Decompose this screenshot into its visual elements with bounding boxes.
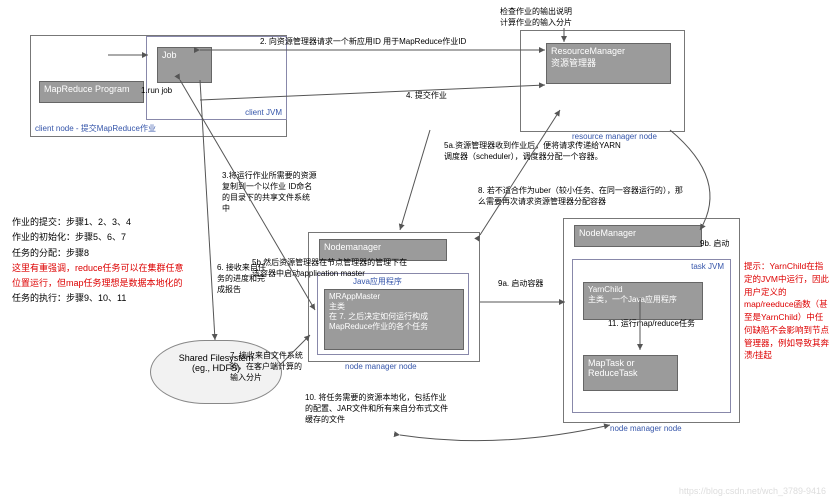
rm-sub: 资源管理器 bbox=[551, 58, 596, 68]
rm-title: ResourceManager bbox=[551, 46, 625, 56]
a10-label: 10. 将任务需要的资源本地化，包括作业的配置、JAR文件和所有来自分布式文件缓… bbox=[305, 392, 450, 425]
a2-label: 2. 向资源管理器请求一个新应用ID 用于MapReduce作业ID bbox=[260, 36, 466, 47]
a8-label: 8. 若不适合作为uber（较小任务、在同一容器运行的），那么需要再次请求资源管… bbox=[478, 185, 688, 207]
rm-box: ResourceManager 资源管理器 bbox=[546, 43, 671, 84]
legend: 作业的提交：步骤1、2、3、4 作业的初始化：步骤5、6、7 任务的分配：步骤8… bbox=[12, 215, 192, 307]
nm1-app-box: MRAppMaster 主类 在 7. 之后决定如何运行构成MapReduce作… bbox=[317, 273, 469, 355]
nm1-box: Nodemanager MRAppMaster 主类 在 7. 之后决定如何运行… bbox=[308, 232, 480, 362]
legend-l5: 任务的执行：步骤9、10、11 bbox=[12, 291, 192, 306]
a9b-label: 9b. 启动 bbox=[700, 238, 729, 249]
a3-label: 3.将运行作业所需要的资源复制到一个以作业 ID命名的目录下的共享文件系统中 bbox=[222, 170, 317, 214]
client-jvm-label: client JVM bbox=[245, 108, 282, 117]
task-box: MapTask or ReduceTask bbox=[583, 355, 678, 391]
mr-master-sub: 主类 bbox=[329, 302, 345, 311]
client-node-box: Job client JVM MapReduce Program 1.run j… bbox=[30, 35, 287, 137]
job-box: Job bbox=[157, 47, 212, 83]
task-jvm-box: task JVM YarnChild 主类，一个Java应用程序 MapTask… bbox=[572, 259, 731, 413]
a6-label: 6. 接收来自任务的进度和完成报告 bbox=[217, 262, 272, 295]
a11-label: 11. 运行map/reduce任务 bbox=[608, 318, 728, 329]
legend-l4: 这里有重强调，reduce任务可以在集群任意位置运行，但map任务理想是数据本地… bbox=[12, 261, 192, 292]
client-jvm-box: Job client JVM bbox=[146, 36, 287, 120]
mr-master-title: MRAppMaster bbox=[329, 292, 380, 301]
task-jvm-label: task JVM bbox=[691, 262, 724, 271]
run-job-label: 1.run job bbox=[141, 86, 172, 95]
a5a-label: 5a.资源管理器收到作业后，便将请求传递给YARN调度器（scheduler），… bbox=[444, 140, 624, 162]
yarnchild-box: YarnChild 主类，一个Java应用程序 bbox=[583, 282, 703, 320]
mr-program-box: MapReduce Program bbox=[39, 81, 144, 103]
yarnchild-sub: 主类，一个Java应用程序 bbox=[588, 295, 677, 304]
legend-l3: 任务的分配：步骤8 bbox=[12, 246, 192, 261]
nm2-title: NodeManager bbox=[574, 225, 702, 247]
nm2-node-label: node manager node bbox=[610, 424, 682, 433]
a7-label: 7. 接收来自文件系统的，在客户端计算的输入分片 bbox=[230, 350, 305, 383]
check-label: 检查作业的输出说明 计算作业的输入分片 bbox=[500, 6, 572, 28]
tip-text: 提示：YarnChild在指定的JVM中运行，因此用户定义的map/reeduc… bbox=[744, 260, 829, 362]
legend-l2: 作业的初始化：步骤5、6、7 bbox=[12, 230, 192, 245]
nm1-node-label: node manager node bbox=[345, 362, 417, 371]
yarnchild-title: YarnChild bbox=[588, 285, 623, 294]
a9a-label: 9a. 启动容器 bbox=[498, 278, 543, 289]
a4-label: 4. 提交作业 bbox=[406, 90, 447, 101]
rm-node-box: ResourceManager 资源管理器 bbox=[520, 30, 685, 132]
a5b-label: 5b.然后资源管理器在节点管理器的管理下在该容器中启动application m… bbox=[252, 257, 412, 279]
legend-l1: 作业的提交：步骤1、2、3、4 bbox=[12, 215, 192, 230]
client-node-title: client node - 提交MapReduce作业 bbox=[35, 123, 156, 134]
watermark: https://blog.csdn.net/wch_3789-9416 bbox=[679, 486, 826, 496]
mr-master-note: 在 7. 之后决定如何运行构成MapReduce作业的各个任务 bbox=[329, 312, 428, 331]
mr-master-box: MRAppMaster 主类 在 7. 之后决定如何运行构成MapReduce作… bbox=[324, 289, 464, 350]
